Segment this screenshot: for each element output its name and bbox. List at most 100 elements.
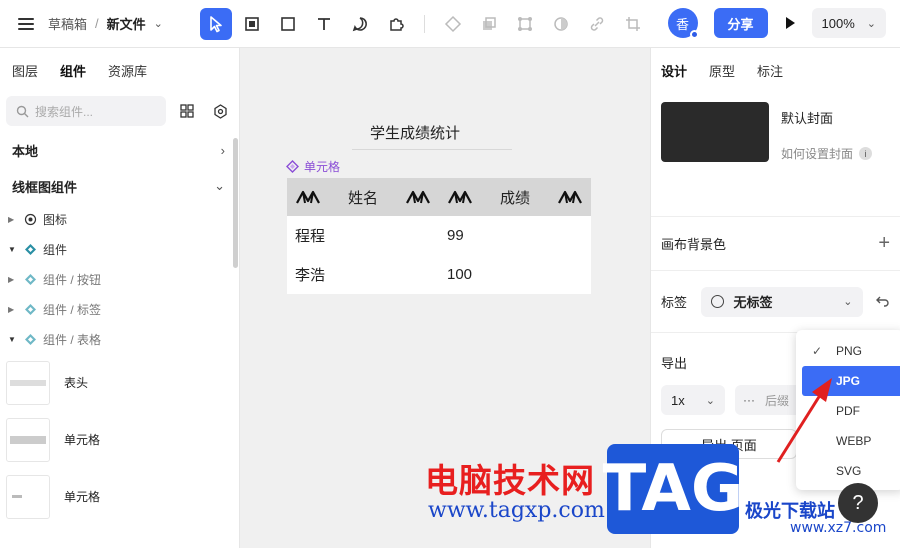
play-icon [785,17,795,29]
header-label: 成绩 [499,189,530,207]
watermark-cn: 电脑技术网 [425,461,595,500]
tree-item-label: 图标 [43,212,68,227]
zoom-dropdown[interactable]: 100% ⌄ [811,8,886,38]
tab-components[interactable]: 组件 [60,61,86,90]
section-local-label: 本地 [12,143,39,159]
link-icon [590,17,604,31]
table-cell[interactable]: 李浩 [287,264,439,285]
cover-thumbnail[interactable] [661,102,769,162]
component-icon [25,243,36,255]
tag-row: 标签 无标签 ⌄ [651,271,900,333]
plugin-tool-button[interactable] [380,8,412,40]
canvas-background-label: 画布背景色 [661,237,727,252]
format-label: WEBP [836,434,872,448]
grid-view-button[interactable] [174,98,200,124]
table-cell[interactable]: 程程 [287,225,439,246]
table-row[interactable]: 程程 99 [287,216,591,255]
component-cell[interactable]: 单元格 [0,468,239,525]
tab-design[interactable]: 设计 [661,61,687,90]
topbar-actions: 香 分享 100% ⌄ [667,8,886,39]
caret-right-icon: ▶ [8,274,15,284]
tree-item-tables[interactable]: ▼ 组件 / 表格 [0,324,239,354]
tree-item-buttons[interactable]: ▶ 组件 / 按钮 [0,264,239,294]
puzzle-icon [390,18,404,31]
component-icon [25,303,36,315]
left-scrollbar[interactable] [233,138,238,268]
component-library-button[interactable] [207,98,233,124]
frame-icon [245,17,259,31]
tree-item-label: 组件 / 按钮 [43,272,102,287]
rectangle-tool-button[interactable] [272,8,304,40]
comment-icon [352,17,367,32]
tree-item-components[interactable]: ▼ 组件 [0,234,239,264]
component-thumbnail [6,474,50,519]
component-cell[interactable]: 单元格 [0,411,239,468]
logo-icon [448,190,472,204]
caret-right-icon: ▶ [8,304,15,314]
annotation-arrow [776,378,832,463]
tab-prototype[interactable]: 原型 [709,61,735,90]
left-panel: 图层 组件 资源库 搜索组件... 本地 › 线框图组件 ⌄ ▶ 图标 ▼ 组件… [0,48,240,548]
header-cell[interactable]: 姓名 [287,178,439,216]
component-label: 单元格 [64,433,101,447]
score-table[interactable]: 姓名 成绩 程程 99 李浩 100 [287,178,591,294]
select-tool-button[interactable] [200,8,232,40]
avatar[interactable]: 香 [667,8,699,39]
add-icon[interactable]: + [878,232,890,255]
text-tool-button[interactable] [308,8,340,40]
canvas-background-row: 画布背景色 + [651,217,900,271]
component-icon [286,160,299,173]
left-tabs: 图层 组件 资源库 [0,48,239,90]
export-scale-select[interactable]: 1x ⌄ [661,385,725,415]
header-label: 姓名 [347,189,378,207]
tab-layers[interactable]: 图层 [12,61,38,90]
tag-label: 标签 [661,295,688,310]
chevron-down-icon[interactable]: ⌄ [154,17,163,30]
group-icon [518,17,532,31]
tag-select[interactable]: 无标签 ⌄ [700,286,863,317]
component-icon [25,333,36,345]
boolean-tool-button[interactable] [473,8,505,40]
format-label: PNG [836,344,863,358]
online-status-dot [689,30,699,39]
table-row[interactable]: 李浩 100 [287,255,591,294]
circle-icon [710,295,724,308]
table-title[interactable]: 学生成绩统计 [370,122,460,143]
comment-tool-button[interactable] [344,8,376,40]
header-cell[interactable]: 成绩 [439,178,591,216]
play-button[interactable] [778,11,802,35]
cover-help-link[interactable]: 如何设置封面 i [781,145,873,162]
tab-assets[interactable]: 资源库 [108,61,147,90]
section-local[interactable]: 本地 › [0,132,239,168]
cursor-icon [210,16,222,33]
frame-tool-button[interactable] [236,8,268,40]
table-cell[interactable]: 100 [439,266,591,283]
link-tool-button[interactable] [581,8,613,40]
menu-icon[interactable] [18,16,34,32]
crop-tool-button[interactable] [617,8,649,40]
tree-item-label: 组件 [43,242,68,257]
undo-icon[interactable] [875,295,890,309]
tree-item-label: 组件 / 表格 [43,332,102,347]
mask-tool-button[interactable] [545,8,577,40]
grid-icon [179,104,194,118]
table-cell[interactable]: 99 [439,227,591,244]
help-button[interactable]: ? [838,483,878,523]
breadcrumb-drafts[interactable]: 草稿箱 [48,14,87,33]
share-button[interactable]: 分享 [713,8,768,38]
section-wireframe[interactable]: 线框图组件 ⌄ [0,168,239,204]
tree-item-tags[interactable]: ▶ 组件 / 标签 [0,294,239,324]
tree-item-icons[interactable]: ▶ 图标 [0,204,239,234]
search-input[interactable]: 搜索组件... [6,96,166,126]
component-tool-button[interactable] [437,8,469,40]
tab-annotation[interactable]: 标注 [757,61,783,90]
format-option-png[interactable]: ✓ PNG [796,336,900,366]
component-table-header[interactable]: 表头 [0,354,239,411]
rectangle-icon [281,17,295,31]
group-tool-button[interactable] [509,8,541,40]
component-instance-tag[interactable]: 单元格 [286,158,340,175]
file-name[interactable]: 新文件 [107,14,146,33]
chevron-down-icon: ⌄ [705,394,715,407]
chevron-down-icon: ⌄ [866,17,876,30]
cover-section: 默认封面 如何设置封面 i [651,90,900,217]
